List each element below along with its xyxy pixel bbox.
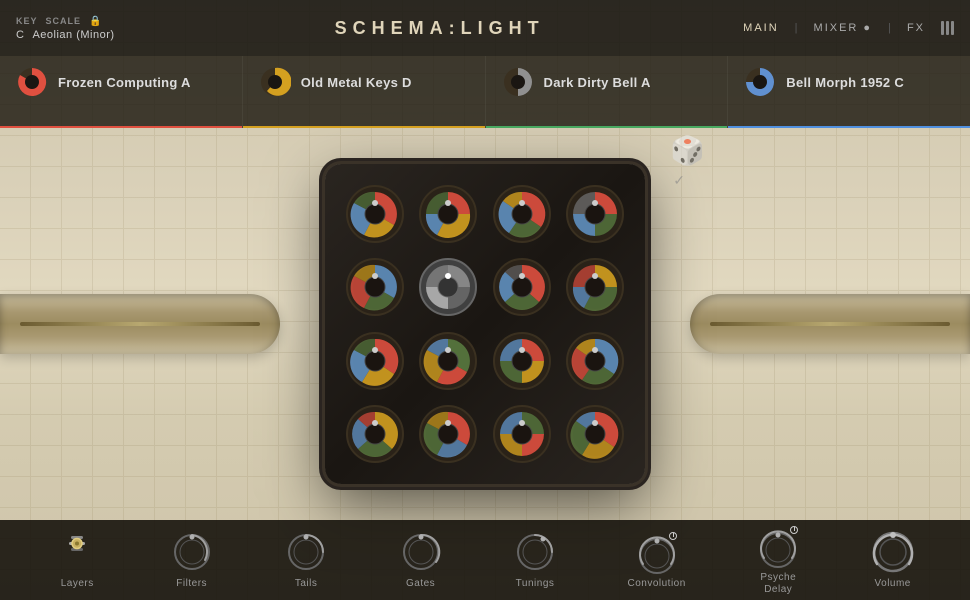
grid-knob-3-4[interactable] [562, 327, 630, 395]
instrument-grid: 🎲 ✓ [325, 164, 645, 484]
grid-knob-4-4[interactable] [562, 401, 630, 469]
bottom-controls: Layers Filters Tails [0, 520, 970, 600]
layers-knob-area [55, 530, 99, 574]
convolution-label: Convolution [627, 578, 685, 590]
instrument-name-2: Old Metal Keys D [301, 75, 412, 90]
key-label: KEY [16, 16, 38, 26]
grid-knob-1-2[interactable] [415, 180, 483, 248]
gates-knob-area [399, 530, 443, 574]
instrument-pie-2 [259, 66, 291, 98]
app-title: SCHEMA:LIGHT [136, 18, 743, 39]
nav-separator-2: | [888, 22, 891, 34]
scale-label: SCALE [46, 16, 82, 26]
grid-knob-2-4[interactable] [562, 254, 630, 322]
central-area: 🎲 ✓ [0, 128, 970, 520]
volume-control[interactable]: Volume [871, 530, 915, 590]
dice-icon[interactable]: 🎲 [670, 134, 705, 167]
nav-buttons: MAIN | MIXER ● | FX [743, 21, 954, 35]
grid-view-icon[interactable] [941, 21, 954, 35]
side-tube-right [690, 294, 970, 354]
filters-label: Filters [176, 578, 207, 590]
key-scale-info: KEY SCALE 🔒 C Aeolian (Minor) [16, 16, 136, 41]
grid-knob-3-1[interactable] [341, 327, 409, 395]
filters-knob-area [170, 530, 214, 574]
convolution-knob-area [635, 530, 679, 574]
tails-label: Tails [295, 578, 318, 590]
instrument-underline-2 [243, 126, 485, 128]
instrument-name-4: Bell Morph 1952 C [786, 75, 904, 90]
grid-knob-1-4[interactable] [562, 180, 630, 248]
header-bar: KEY SCALE 🔒 C Aeolian (Minor) SCHEMA:LIG… [0, 0, 970, 56]
grid-knob-2-1[interactable] [341, 254, 409, 322]
grid-knob-3-2[interactable] [415, 327, 483, 395]
instrument-name-3: Dark Dirty Bell A [544, 75, 651, 90]
tunings-control[interactable]: Tunings [513, 530, 557, 590]
tunings-label: Tunings [516, 578, 555, 590]
grid-knob-1-1[interactable] [341, 180, 409, 248]
grid-knob-4-2[interactable] [415, 401, 483, 469]
convolution-control[interactable]: Convolution [627, 530, 685, 590]
instrument-pie-3 [502, 66, 534, 98]
layers-label: Layers [61, 578, 94, 590]
instrument-panel-3[interactable]: Dark Dirty Bell A [486, 56, 729, 128]
side-tube-left [0, 294, 280, 354]
instrument-pie-4 [744, 66, 776, 98]
grid-knob-2-2-center[interactable] [415, 254, 483, 322]
psyche-delay-knob-area [756, 524, 800, 568]
convolution-power-icon[interactable] [669, 532, 677, 540]
instrument-pie-1 [16, 66, 48, 98]
tails-control[interactable]: Tails [284, 530, 328, 590]
nav-main-button[interactable]: MAIN [743, 22, 779, 34]
volume-label: Volume [875, 578, 911, 590]
instruments-bar: Frozen Computing A Old Metal Keys D [0, 56, 970, 128]
instrument-underline-3 [486, 126, 728, 128]
instrument-underline-4 [728, 126, 970, 128]
grid-knob-2-3[interactable] [488, 254, 556, 322]
key-value: C [16, 29, 24, 41]
tunings-knob-area [513, 530, 557, 574]
psyche-delay-control[interactable]: PsycheDelay [756, 524, 800, 596]
instrument-panel-4[interactable]: Bell Morph 1952 C [728, 56, 970, 128]
psyche-delay-label: PsycheDelay [760, 572, 796, 596]
scale-value: Aeolian (Minor) [32, 29, 114, 41]
grid-knob-1-3[interactable] [488, 180, 556, 248]
grid-knob-4-1[interactable] [341, 401, 409, 469]
instrument-panel-2[interactable]: Old Metal Keys D [243, 56, 486, 128]
instrument-name-1: Frozen Computing A [58, 75, 191, 90]
grid-knob-3-3[interactable] [488, 327, 556, 395]
nav-separator-1: | [795, 22, 798, 34]
nav-fx-button[interactable]: FX [907, 22, 925, 34]
layers-control[interactable]: Layers [55, 530, 99, 590]
check-icon: ✓ [673, 172, 685, 189]
grid-knob-4-3[interactable] [488, 401, 556, 469]
lock-icon: 🔒 [89, 16, 101, 27]
tails-knob-area [284, 530, 328, 574]
instrument-panel-1[interactable]: Frozen Computing A [0, 56, 243, 128]
gates-control[interactable]: Gates [399, 530, 443, 590]
volume-knob-area [871, 530, 915, 574]
nav-mixer-button[interactable]: MIXER ● [814, 22, 873, 34]
filters-control[interactable]: Filters [170, 530, 214, 590]
instrument-underline-1 [0, 126, 242, 128]
gates-label: Gates [406, 578, 435, 590]
